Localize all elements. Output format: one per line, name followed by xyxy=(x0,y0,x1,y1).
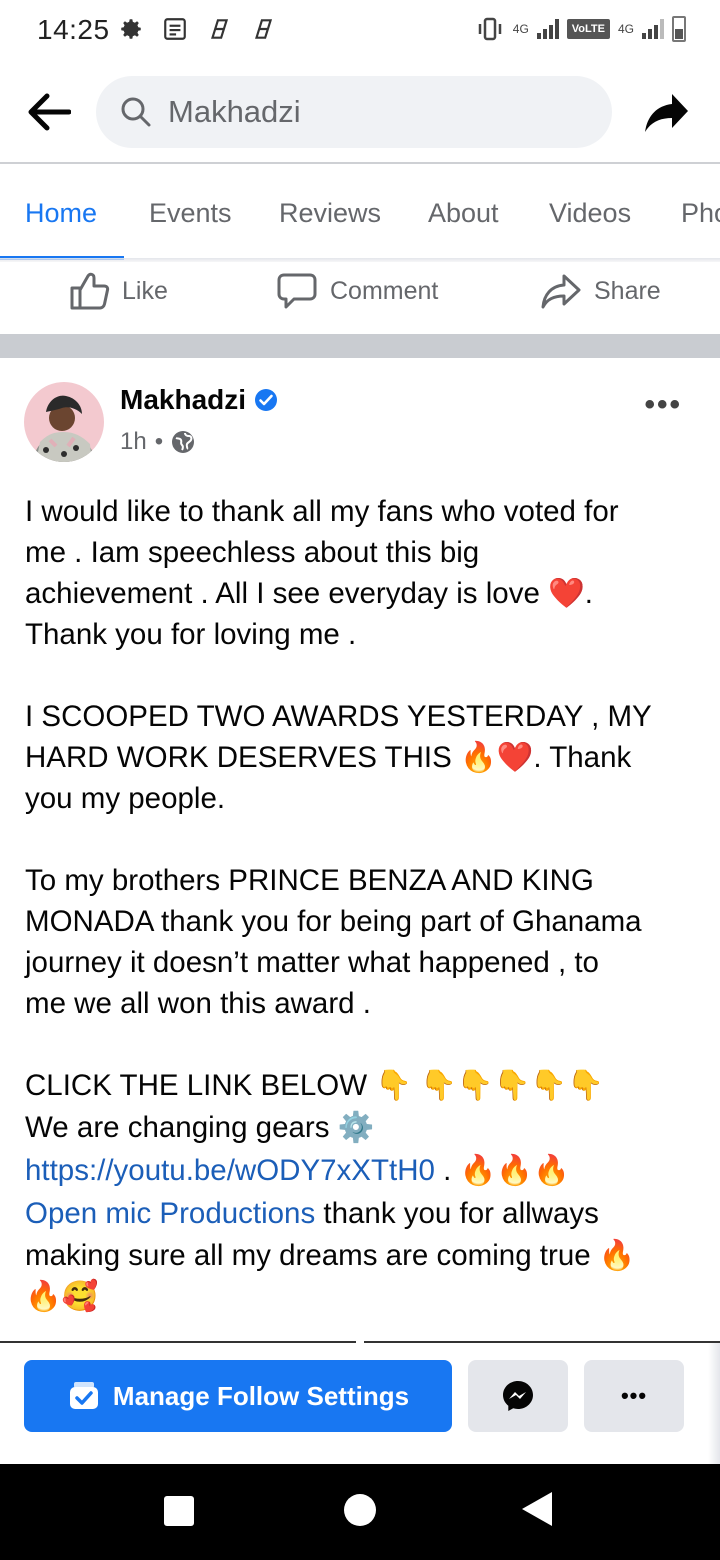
tab-videos[interactable]: Videos xyxy=(549,198,631,229)
post-line: CLICK THE LINK BELOW 👇 👇👇👇👇👇 xyxy=(25,1069,604,1102)
back-nav-button[interactable] xyxy=(522,1492,552,1526)
battery-icon xyxy=(672,16,686,42)
author-avatar[interactable] xyxy=(24,382,104,462)
comment-label: Comment xyxy=(330,276,439,305)
status-bar: 14:25 4G VoLTE 4G xyxy=(0,0,720,64)
tab-about[interactable]: About xyxy=(428,198,499,229)
post-line: 🔥🥰 xyxy=(25,1280,99,1313)
post-line: making sure all my dreams are coming tru… xyxy=(25,1239,636,1272)
globe-icon xyxy=(172,431,195,453)
network-type-label: 4G xyxy=(512,22,529,36)
share-label: Share xyxy=(594,276,661,305)
author-name[interactable]: Makhadzi xyxy=(120,384,246,416)
author-row: Makhadzi xyxy=(120,384,278,416)
manage-follow-settings-label: Manage Follow Settings xyxy=(112,1380,410,1411)
status-system-icons: 4G VoLTE 4G xyxy=(475,16,686,42)
search-input[interactable]: Makhadzi xyxy=(96,76,612,148)
post-line: I would like to thank all my fans who vo… xyxy=(25,495,619,528)
post-line-text: thank you for allways xyxy=(315,1197,599,1230)
more-options-button[interactable]: ••• xyxy=(584,1360,684,1432)
post-line: Thank you for loving me . xyxy=(25,618,357,651)
volte-badge: VoLTE xyxy=(566,19,610,39)
post-line: journey it doesn’t matter what happened … xyxy=(25,946,599,979)
youtube-link[interactable]: https://youtu.be/wODY7xXTtH0 xyxy=(25,1154,435,1187)
link-app-icon xyxy=(204,14,234,44)
search-query: Makhadzi xyxy=(168,94,301,129)
share-arrow-icon[interactable] xyxy=(642,88,692,138)
post-line: To my brothers PRINCE BENZA AND KING xyxy=(25,864,594,897)
like-label: Like xyxy=(122,276,168,305)
post-time[interactable]: 1h xyxy=(120,428,147,456)
search-header: Makhadzi xyxy=(0,64,720,162)
messenger-button[interactable] xyxy=(468,1360,568,1432)
post-meta: 1h • xyxy=(120,428,195,456)
status-notification-icons xyxy=(116,14,278,44)
verified-badge-icon xyxy=(255,389,278,411)
post-line: We are changing gears ⚙️ xyxy=(25,1111,375,1144)
post-line: achievement . All I see everyday is love… xyxy=(25,577,593,610)
follow-settings-icon xyxy=(69,1382,98,1409)
post-line: me we all won this award . xyxy=(25,987,371,1020)
signal-bars-icon xyxy=(536,19,559,39)
post-action-bar: Like Comment Share xyxy=(0,262,720,334)
post-line: me . Iam speechless about this big xyxy=(25,536,480,569)
network-type-label: 4G xyxy=(617,22,634,36)
tab-reviews[interactable]: Reviews xyxy=(279,198,381,229)
share-icon xyxy=(541,274,581,309)
vibrate-icon xyxy=(478,17,502,41)
post-line: HARD WORK DESERVES THIS 🔥❤️. Thank xyxy=(25,741,632,774)
comment-icon xyxy=(277,273,317,309)
messenger-icon xyxy=(503,1381,533,1411)
system-navigation-bar xyxy=(0,1464,720,1560)
back-arrow-icon xyxy=(28,93,71,131)
status-time: 14:25 xyxy=(37,14,110,45)
post-more-options-button[interactable]: ••• xyxy=(644,388,682,422)
post-text: I would like to thank all my fans who vo… xyxy=(25,491,705,1317)
post-mention-line: Open mic Productions thank you for allwa… xyxy=(25,1192,705,1235)
comment-button[interactable]: Comment xyxy=(276,270,438,312)
page-tabs: Home Events Reviews About Videos Pho xyxy=(0,164,720,260)
tab-photos[interactable]: Pho xyxy=(681,198,720,229)
manage-follow-settings-button[interactable]: Manage Follow Settings xyxy=(24,1360,452,1432)
share-button[interactable]: Share xyxy=(540,270,661,312)
signal-bars-icon xyxy=(642,19,664,39)
search-icon xyxy=(121,97,151,127)
post-line: I SCOOPED TWO AWARDS YESTERDAY , MY xyxy=(25,700,652,733)
link-app-icon xyxy=(248,14,278,44)
post-line: you my people. xyxy=(25,782,226,815)
bottom-action-bar: Manage Follow Settings ••• xyxy=(0,1343,720,1464)
post-line-text: . 🔥🔥🔥 xyxy=(434,1154,570,1187)
like-button[interactable]: Like xyxy=(68,270,168,312)
back-button[interactable] xyxy=(22,86,74,138)
meta-separator-dot: • xyxy=(154,428,164,455)
news-icon xyxy=(160,14,190,44)
post-card: Makhadzi 1h • ••• I would like to thank … xyxy=(0,358,720,1342)
post-link-line: https://youtu.be/wODY7xXTtH0 . 🔥🔥🔥 xyxy=(25,1149,705,1192)
tab-events[interactable]: Events xyxy=(149,198,232,229)
tab-home[interactable]: Home xyxy=(25,198,97,229)
home-button[interactable] xyxy=(344,1494,376,1526)
settings-gear-icon xyxy=(116,14,146,44)
post-line: MONADA thank you for being part of Ghana… xyxy=(25,905,642,938)
like-icon xyxy=(70,272,110,310)
feed-separator xyxy=(0,334,720,358)
recent-apps-button[interactable] xyxy=(164,1496,194,1526)
page-mention-link[interactable]: Open mic Productions xyxy=(25,1197,315,1230)
